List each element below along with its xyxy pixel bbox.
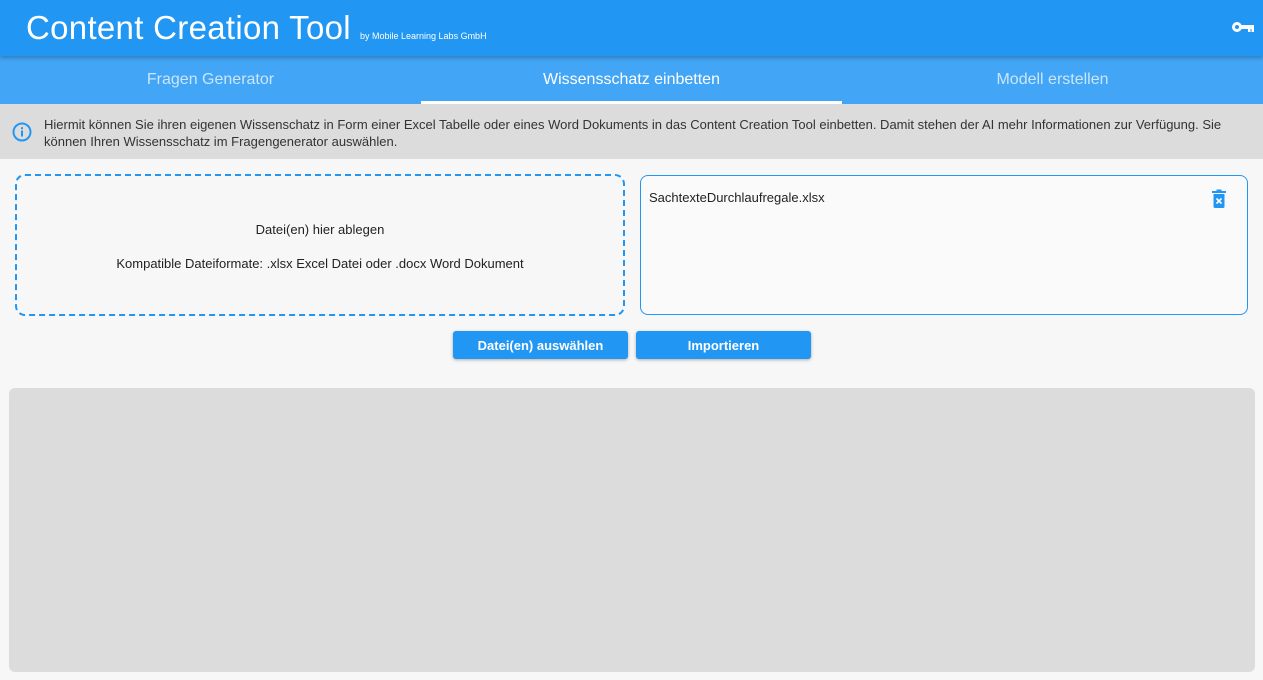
info-icon: [12, 122, 32, 142]
tab-modell-erstellen[interactable]: Modell erstellen: [842, 56, 1263, 104]
app-title: Content Creation Tool: [26, 9, 351, 46]
file-name: SachtexteDurchlaufregale.xlsx: [649, 190, 825, 205]
info-banner: Hiermit können Sie ihren eigenen Wissens…: [0, 104, 1263, 159]
tab-fragen-generator[interactable]: Fragen Generator: [0, 56, 421, 104]
file-dropzone[interactable]: Datei(en) hier ablegen Kompatible Dateif…: [15, 174, 625, 316]
delete-icon[interactable]: [1211, 189, 1227, 209]
dropzone-title: Datei(en) hier ablegen: [255, 222, 385, 237]
content-panel: [9, 388, 1255, 672]
select-files-button[interactable]: Datei(en) auswählen: [453, 331, 628, 359]
tab-bar: Fragen Generator Wissensschatz einbetten…: [0, 56, 1263, 104]
info-text: Hiermit können Sie ihren eigenen Wissens…: [44, 117, 1222, 149]
app-subtitle: by Mobile Learning Labs GmbH: [360, 31, 487, 41]
tab-wissensschatz-einbetten[interactable]: Wissensschatz einbetten: [421, 56, 842, 104]
app-bar: Content Creation Tool by Mobile Learning…: [0, 0, 1263, 56]
dropzone-subtitle: Kompatible Dateiformate: .xlsx Excel Dat…: [116, 256, 524, 271]
file-list: SachtexteDurchlaufregale.xlsx: [640, 175, 1248, 315]
key-icon[interactable]: [1231, 17, 1255, 37]
file-list-item: SachtexteDurchlaufregale.xlsx: [649, 189, 1239, 209]
import-button[interactable]: Importieren: [636, 331, 811, 359]
